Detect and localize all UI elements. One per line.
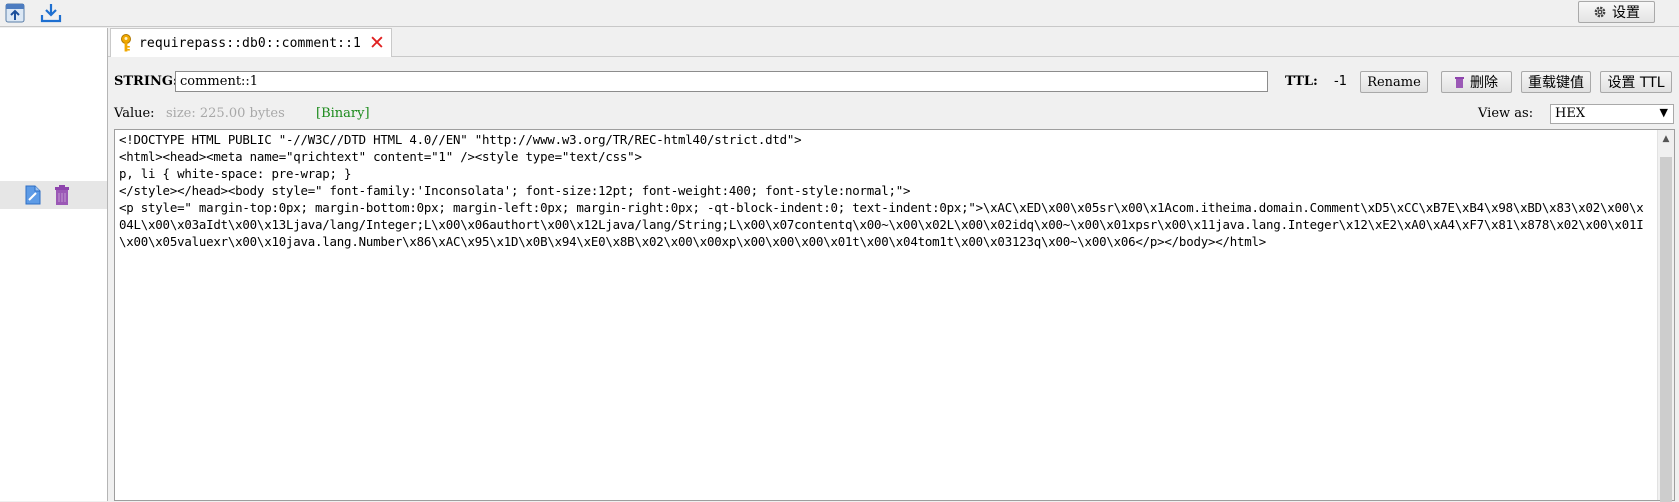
value-size-label: size: 225.00 bytes: [166, 106, 285, 121]
tab-key-detail[interactable]: requirepass::db0::comment::1 ✕: [110, 28, 392, 57]
reload-label: 重载键值: [1528, 75, 1584, 91]
download-icon: [40, 4, 62, 23]
edit-document-icon[interactable]: [24, 185, 42, 205]
gear-icon: [1594, 6, 1606, 18]
scroll-thumb[interactable]: [1660, 157, 1672, 502]
value-row: Value: size: 225.00 bytes [Binary] View …: [114, 104, 1674, 126]
trash-icon: [1455, 77, 1464, 88]
trash-icon[interactable]: [54, 185, 70, 205]
chevron-down-icon: ▼: [1659, 106, 1668, 119]
key-name-input[interactable]: comment::1: [175, 71, 1268, 92]
left-panel: [0, 28, 108, 501]
key-row: STRING: comment::1 TTL: -1 Rename 删除 重载键…: [114, 70, 1674, 94]
delete-label: 删除: [1470, 75, 1498, 91]
settings-label: 设置: [1612, 5, 1640, 21]
settings-button[interactable]: 设置: [1578, 1, 1655, 23]
download-button[interactable]: [38, 1, 64, 25]
ttl-value: -1: [1334, 74, 1347, 89]
view-as-label: View as:: [1478, 106, 1534, 121]
value-editor-text[interactable]: <!DOCTYPE HTML PUBLIC "-//W3C//DTD HTML …: [119, 131, 1647, 250]
view-as-select[interactable]: HEX ▼: [1550, 104, 1674, 124]
set-ttl-label: 设置 TTL: [1607, 75, 1665, 91]
view-as-value: HEX: [1555, 106, 1586, 121]
close-icon[interactable]: ✕: [369, 33, 385, 53]
ttl-label: TTL:: [1285, 74, 1318, 89]
key-icon: [121, 34, 131, 52]
tab-label: requirepass::db0::comment::1: [139, 35, 361, 51]
value-label: Value:: [114, 106, 155, 121]
rename-label: Rename: [1367, 74, 1421, 90]
left-selected-row[interactable]: [0, 181, 107, 209]
binary-badge: [Binary]: [316, 106, 370, 121]
top-toolbar: 设置: [0, 0, 1679, 27]
set-ttl-button[interactable]: 设置 TTL: [1600, 71, 1672, 93]
reload-value-button[interactable]: 重载键值: [1521, 71, 1591, 93]
import-button[interactable]: [2, 1, 28, 25]
scroll-up-icon[interactable]: ▲: [1658, 130, 1674, 147]
value-editor[interactable]: <!DOCTYPE HTML PUBLIC "-//W3C//DTD HTML …: [114, 129, 1675, 502]
vertical-scrollbar[interactable]: ▲: [1657, 130, 1674, 502]
key-type-label: STRING:: [114, 74, 178, 89]
delete-button[interactable]: 删除: [1441, 71, 1512, 93]
rename-button[interactable]: Rename: [1360, 71, 1428, 93]
import-icon: [5, 3, 25, 23]
